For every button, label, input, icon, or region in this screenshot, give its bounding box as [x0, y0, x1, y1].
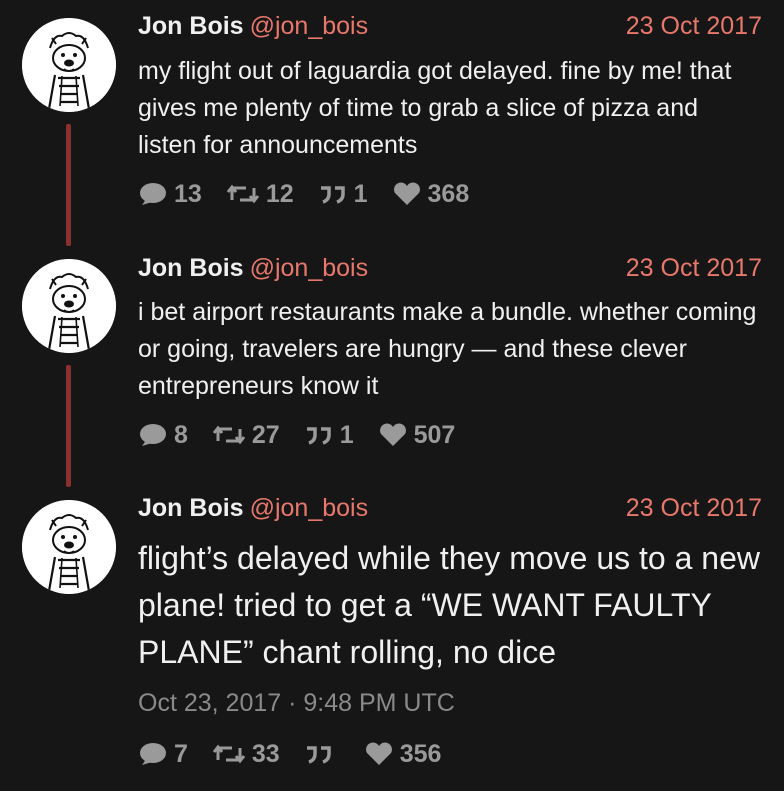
- tweet-stats: 13 12 1 368: [138, 178, 493, 210]
- quotes-count: 1: [353, 179, 368, 208]
- comments-count: 7: [174, 739, 188, 768]
- tweet-header: Jon Bois @jon_bois 23 Oct 2017: [138, 494, 762, 526]
- author-name[interactable]: Jon Bois: [138, 254, 244, 282]
- tweet-stats: 7 33 356: [138, 738, 465, 770]
- retweets-stat[interactable]: 12: [226, 180, 294, 209]
- quotes-stat[interactable]: 1: [318, 180, 368, 209]
- retweets-count: 27: [251, 420, 280, 449]
- quote-icon: [306, 427, 331, 445]
- avatar-cartoon-icon: [22, 500, 116, 594]
- retweet-icon: [212, 744, 246, 764]
- tweet-text: flight’s delayed while they move us to a…: [138, 540, 760, 670]
- avatar[interactable]: [22, 18, 116, 112]
- quotes-count: 1: [339, 420, 354, 449]
- tweet-header: Jon Bois @jon_bois 23 Oct 2017: [138, 12, 762, 44]
- heart-icon: [365, 742, 392, 765]
- tweet-stats: 8 27 1 507: [138, 419, 479, 451]
- avatar[interactable]: [22, 259, 116, 353]
- comments-count: 8: [174, 420, 188, 449]
- retweets-count: 12: [265, 179, 294, 208]
- tweet-date[interactable]: 23 Oct 2017: [626, 494, 762, 523]
- retweets-count: 33: [251, 739, 280, 768]
- heart-icon: [379, 423, 406, 446]
- tweet-date[interactable]: 23 Oct 2017: [626, 254, 762, 283]
- author-name[interactable]: Jon Bois: [138, 494, 244, 522]
- comments-stat[interactable]: 8: [138, 421, 188, 450]
- author-handle[interactable]: @jon_bois: [250, 254, 369, 282]
- comment-icon: [140, 424, 166, 446]
- author-name[interactable]: Jon Bois: [138, 12, 244, 40]
- comments-count: 13: [174, 179, 202, 208]
- retweets-stat[interactable]: 33: [212, 740, 280, 769]
- likes-stat[interactable]: 368: [392, 179, 470, 209]
- retweets-stat[interactable]: 27: [212, 421, 280, 450]
- quotes-stat[interactable]: 1: [304, 421, 354, 450]
- tweet-published-date: Oct 23, 2017 · 9:48 PM UTC: [138, 689, 455, 717]
- quotes-stat[interactable]: [304, 742, 340, 766]
- avatar-cartoon-icon: [22, 18, 116, 112]
- avatar-cartoon-icon: [22, 259, 116, 353]
- comments-stat[interactable]: 13: [138, 180, 202, 209]
- avatar[interactable]: [22, 500, 116, 594]
- quote-icon: [320, 186, 345, 204]
- author-handle[interactable]: @jon_bois: [250, 494, 369, 522]
- likes-stat[interactable]: 507: [378, 420, 456, 450]
- tweet-header: Jon Bois @jon_bois 23 Oct 2017: [138, 254, 762, 286]
- retweet-icon: [212, 425, 246, 445]
- thread-line: [66, 124, 71, 246]
- comment-icon: [140, 183, 166, 205]
- tweet-text: my flight out of laguardia got delayed. …: [138, 57, 732, 159]
- heart-icon: [393, 182, 420, 205]
- comments-stat[interactable]: 7: [138, 740, 188, 769]
- comment-icon: [140, 743, 166, 765]
- likes-count: 507: [413, 420, 456, 449]
- thread-line: [66, 365, 71, 487]
- likes-stat[interactable]: 356: [364, 739, 442, 769]
- tweet-date[interactable]: 23 Oct 2017: [626, 12, 762, 41]
- tweet-text: i bet airport restaurants make a bundle.…: [138, 298, 757, 400]
- likes-count: 368: [427, 179, 470, 208]
- quote-icon: [306, 746, 331, 764]
- likes-count: 356: [399, 739, 442, 768]
- author-handle[interactable]: @jon_bois: [250, 12, 369, 40]
- retweet-icon: [226, 184, 259, 204]
